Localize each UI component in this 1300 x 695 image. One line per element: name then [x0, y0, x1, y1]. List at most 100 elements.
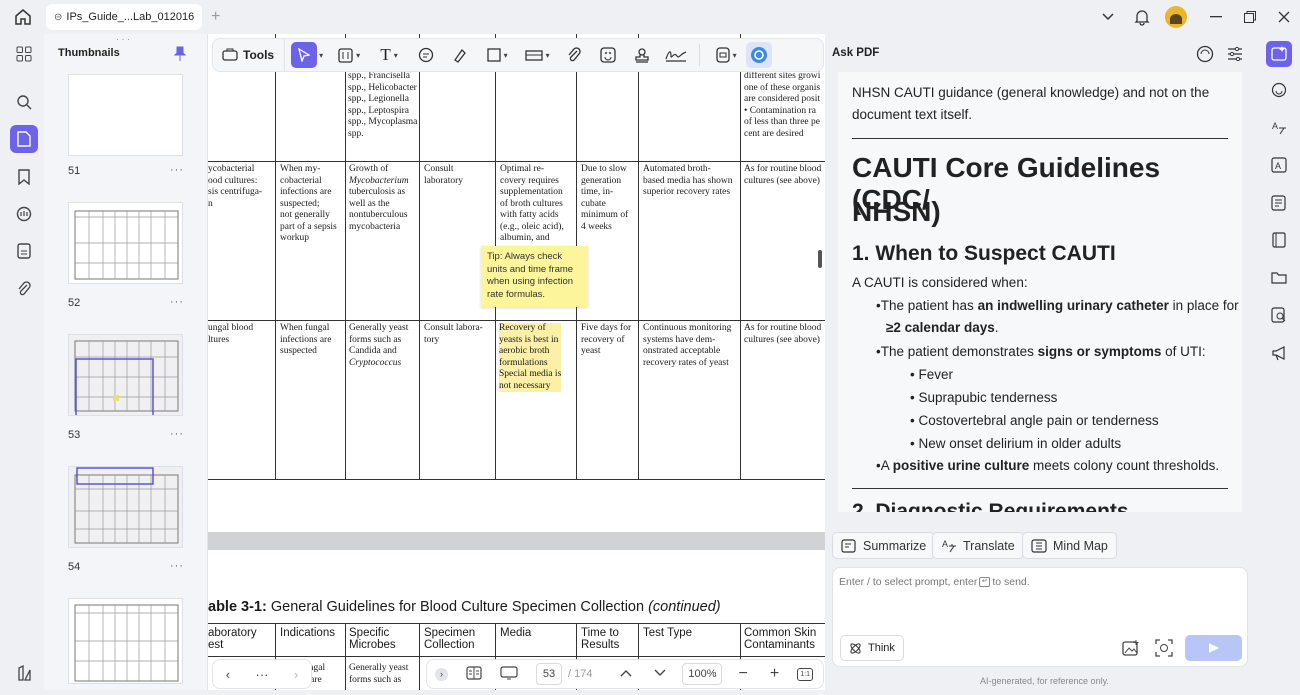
table-cell: Due to slow: [581, 164, 627, 174]
table-cell: When my-: [280, 164, 321, 174]
page-separator: [208, 532, 825, 550]
table-cell: generation: [581, 175, 622, 186]
table-cell: of less than three pe: [744, 117, 820, 127]
zoom-out-button[interactable]: −: [738, 665, 747, 683]
collapse-chevron-icon[interactable]: ›: [435, 667, 448, 681]
think-toggle-button[interactable]: Think: [840, 635, 904, 661]
text-box-tool-button[interactable]: ▾: [329, 41, 369, 69]
stamp-tool-button[interactable]: [625, 41, 659, 69]
table-cell: supplementation: [500, 187, 563, 197]
send-button[interactable]: [1185, 635, 1242, 661]
attach-tool-button[interactable]: [557, 41, 591, 69]
thumbnails-page-icon[interactable]: [10, 125, 38, 153]
add-image-icon[interactable]: [1122, 639, 1140, 662]
zoom-level-input[interactable]: 100%: [682, 663, 723, 685]
thumbnail-more-button[interactable]: ···: [170, 560, 184, 572]
mind-map-button[interactable]: Mind Map: [1022, 532, 1117, 559]
screenshot-icon[interactable]: [1155, 639, 1173, 662]
home-icon[interactable]: [13, 7, 33, 32]
ask-pdf-tab-icon[interactable]: [1266, 41, 1292, 67]
minimize-icon[interactable]: [1204, 6, 1228, 28]
table-cell: As for routine blood: [744, 164, 822, 174]
chevron-up-icon[interactable]: [620, 668, 632, 680]
panel-drag-handle[interactable]: · · ·: [116, 34, 130, 44]
more-options-icon[interactable]: ···: [256, 667, 269, 682]
text-tool-button[interactable]: T ▾: [369, 41, 409, 69]
bookmark-icon[interactable]: [10, 163, 38, 191]
attachment-icon[interactable]: [10, 275, 38, 303]
table-cell: forms such as: [349, 334, 402, 345]
document-tab[interactable]: ⊝ IPs_Guide_...Lab_012016: [46, 4, 202, 30]
chat-ai-icon[interactable]: [1266, 77, 1292, 103]
thumbnail-more-button[interactable]: ···: [170, 296, 184, 308]
document-view[interactable]: spp., Francisella spp., Helicobacter spp.,…: [208, 34, 825, 690]
toolbox-icon: [222, 47, 238, 64]
summary-side-icon[interactable]: [1266, 190, 1292, 216]
settings-sliders-icon[interactable]: [1226, 45, 1244, 68]
translate-side-icon[interactable]: A: [1266, 115, 1292, 141]
highlighted-text[interactable]: aerobic broth: [499, 346, 562, 358]
sticker-tool-button[interactable]: [591, 41, 625, 69]
ocr-tool-button[interactable]: ▾: [706, 41, 746, 69]
chat-response: NHSN CAUTI guidance (general knowledge) …: [838, 72, 1242, 512]
highlighted-text[interactable]: Special media is: [499, 369, 562, 381]
response-text: NHSN CAUTI guidance (general knowledge) …: [852, 85, 1210, 100]
megaphone-icon[interactable]: [1266, 340, 1292, 366]
avatar[interactable]: [1165, 6, 1187, 28]
history-icon[interactable]: [1196, 45, 1214, 68]
table-cell: spp.: [348, 128, 364, 139]
search-document-icon[interactable]: [1266, 302, 1292, 328]
document-lock-icon: ⊝: [54, 11, 63, 23]
pin-icon[interactable]: [173, 46, 187, 67]
highlighted-text[interactable]: formulations: [499, 357, 562, 369]
actual-size-button[interactable]: 1:1: [797, 667, 814, 681]
pen-bag-icon[interactable]: [10, 659, 38, 687]
comment-tool-button[interactable]: [409, 41, 443, 69]
table-cell: tory: [424, 334, 440, 345]
new-tab-button[interactable]: +: [211, 8, 220, 26]
page-thumbnail-51[interactable]: [68, 74, 183, 156]
highlighted-text[interactable]: not necessary: [499, 380, 562, 392]
ocr-side-icon[interactable]: A: [1266, 152, 1292, 178]
signature-tool-button[interactable]: [659, 41, 693, 69]
page-thumbnail-55[interactable]: [68, 598, 183, 684]
highlighted-text[interactable]: yeasts is best in: [499, 334, 562, 346]
notification-bell-icon[interactable]: [1130, 6, 1154, 28]
grid-apps-icon[interactable]: [10, 40, 38, 68]
column-header: Specific Microbes: [349, 627, 396, 651]
comments-icon[interactable]: [10, 200, 38, 228]
ai-assistant-button[interactable]: [746, 42, 773, 68]
chevron-left-icon[interactable]: ‹: [226, 667, 230, 682]
search-icon[interactable]: [10, 88, 38, 116]
tools-button[interactable]: Tools: [213, 39, 286, 71]
present-icon[interactable]: [500, 665, 518, 683]
measure-tool-button[interactable]: ▾: [517, 41, 557, 69]
page-thumbnail-52[interactable]: [68, 202, 183, 284]
select-tool-button[interactable]: ▾: [285, 41, 329, 69]
translate-button[interactable]: A Translate: [932, 532, 1024, 559]
shape-tool-button[interactable]: ▾: [477, 41, 517, 69]
sticky-note-tip[interactable]: Tip: Always check units and time frame w…: [481, 246, 588, 307]
page-thumbnail-54[interactable]: [68, 466, 183, 548]
page-number-input[interactable]: 53: [536, 663, 562, 685]
scrollbar-thumb[interactable]: [818, 250, 822, 268]
chevron-right-icon[interactable]: ›: [294, 667, 298, 682]
prompt-input[interactable]: Enter / to select prompt, enter ↵ to sen…: [832, 567, 1248, 667]
page-thumbnail-53-current[interactable]: [68, 334, 183, 416]
book-icon[interactable]: [1266, 227, 1292, 253]
chevron-down-icon[interactable]: [654, 668, 666, 680]
restore-icon[interactable]: [1238, 6, 1262, 28]
folder-ai-icon[interactable]: [1266, 264, 1292, 290]
zoom-in-button[interactable]: +: [770, 665, 779, 683]
chevron-down-icon[interactable]: [1096, 6, 1120, 28]
thumbnail-more-button[interactable]: ···: [170, 428, 184, 440]
close-icon[interactable]: [1272, 6, 1296, 28]
highlighted-text[interactable]: Recovery of: [499, 323, 562, 335]
table-cell: of broth cultures: [500, 198, 563, 209]
summarize-button[interactable]: Summarize: [832, 532, 936, 559]
reading-mode-icon[interactable]: [466, 665, 482, 683]
thumbnail-more-button[interactable]: ···: [170, 164, 184, 176]
layers-icon[interactable]: [10, 237, 38, 265]
highlight-tool-button[interactable]: [443, 41, 477, 69]
table-cell: workup: [280, 233, 310, 243]
